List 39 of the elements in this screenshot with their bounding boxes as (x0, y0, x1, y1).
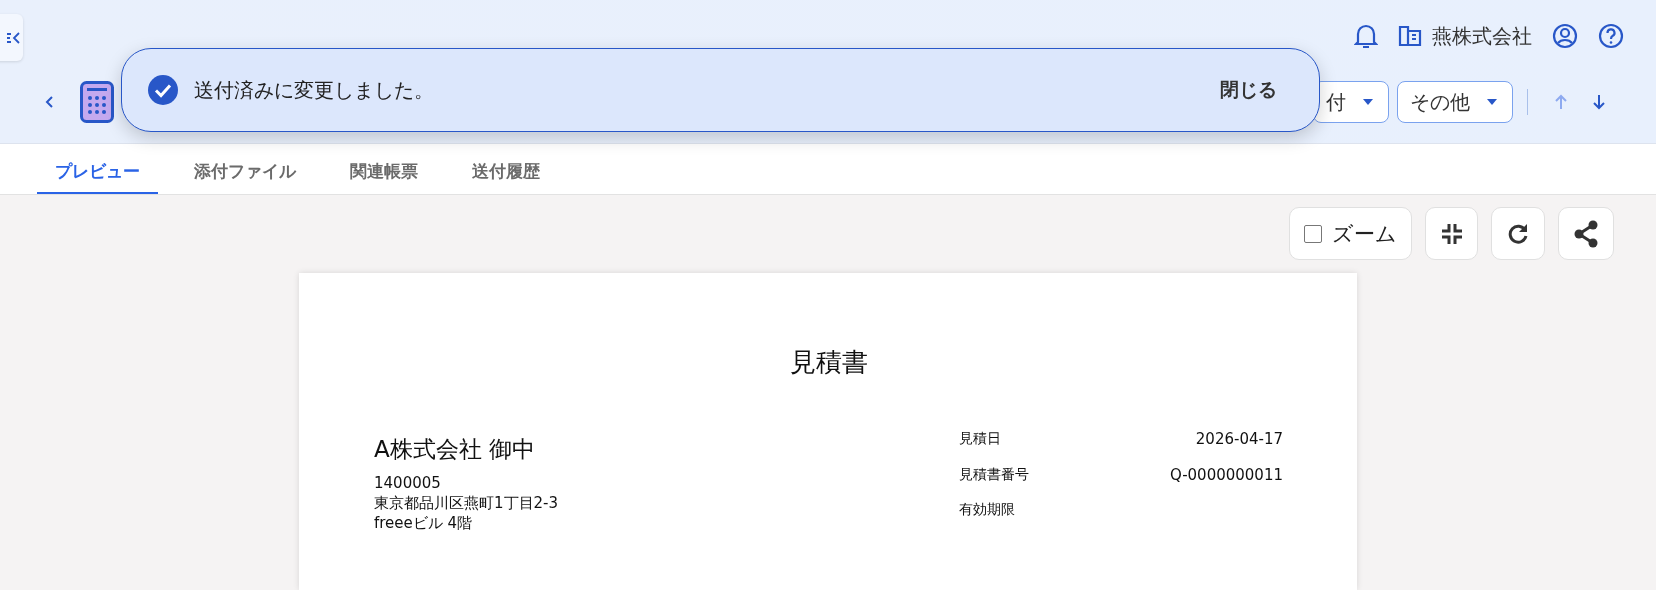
sidebar-toggle-button[interactable] (0, 14, 23, 61)
share-icon (1573, 219, 1599, 248)
field-label: 見積日 (959, 430, 1002, 448)
caret-icon (1486, 98, 1498, 106)
tab[interactable]: 関連帳票 (332, 150, 436, 194)
tab[interactable]: 送付履歴 (454, 150, 558, 194)
building-icon (1398, 25, 1422, 47)
field-value: Q-0000000011 (1168, 465, 1283, 486)
refresh-button[interactable] (1491, 207, 1545, 260)
address-line: 東京都品川区燕町1丁目2-3 (374, 493, 559, 513)
company-name[interactable]: 燕株式会社 (1432, 22, 1532, 50)
account-icon[interactable] (1552, 23, 1578, 49)
tab[interactable]: 添付ファイル (176, 150, 314, 194)
dropdown-button[interactable]: 付 (1313, 81, 1389, 123)
document-title: 見積書 (788, 346, 869, 379)
chevron-left-icon (44, 96, 56, 108)
bell-icon[interactable] (1354, 22, 1378, 50)
share-button[interactable] (1558, 207, 1614, 260)
calculator-icon (80, 81, 114, 123)
field-label: 有効期限 (959, 501, 1016, 520)
checkbox[interactable] (1304, 224, 1322, 243)
field-value: 2026-04-17 (1194, 430, 1283, 450)
help-icon[interactable] (1598, 23, 1624, 49)
collapse-button[interactable] (1425, 207, 1478, 260)
arrow-up-icon (1554, 94, 1568, 110)
toast-message: 送付済みに変更しました。 (194, 76, 435, 104)
collapse-icon (1440, 222, 1463, 245)
zoom-toggle[interactable]: ズーム (1289, 207, 1412, 260)
dropdown-button[interactable]: その他 (1397, 81, 1513, 123)
field-label: 見積書番号 (959, 465, 1029, 484)
check-circle-icon (148, 75, 178, 105)
address-line: 1400005 (374, 473, 442, 493)
recipient-name: A株式会社 御中 (374, 435, 537, 464)
caret-icon (1362, 98, 1374, 106)
collapse-sidebar-icon (7, 29, 21, 46)
close-button[interactable]: 閉じる (1214, 76, 1283, 104)
tab[interactable]: プレビュー (37, 150, 158, 194)
address-line: freeeビル 4階 (374, 513, 474, 533)
arrow-down-icon (1592, 94, 1606, 110)
